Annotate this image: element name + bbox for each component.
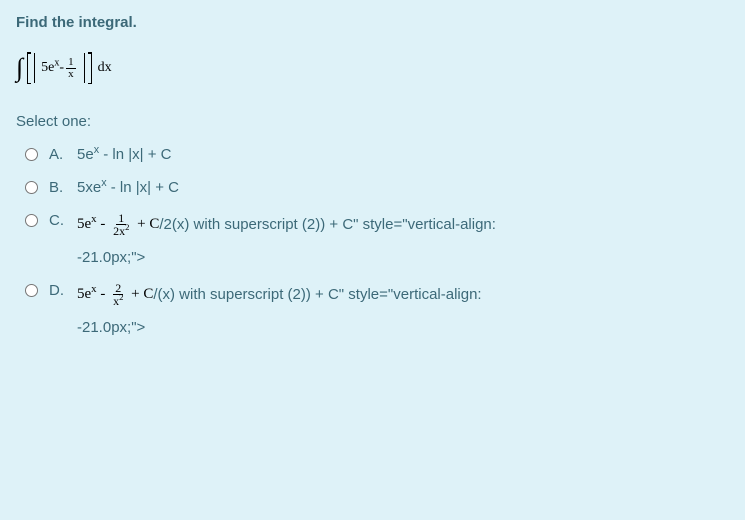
integral-expression: ∫ 5ex - 1 x dx: [16, 53, 729, 83]
select-one-label: Select one:: [16, 113, 729, 130]
option-a-radio[interactable]: [25, 148, 38, 161]
option-d-radio[interactable]: [25, 284, 38, 297]
fraction-den: x: [66, 69, 76, 80]
option-a-body: 5ex - ln |x| + C: [77, 146, 172, 163]
option-c-radio[interactable]: [25, 214, 38, 227]
option-c-expr: 5ex - 1 2x2 + C: [77, 212, 159, 237]
option-c-label: C.: [49, 212, 69, 229]
option-d-line2: -21.0px;">: [77, 319, 482, 336]
integral-sign: ∫: [16, 55, 23, 81]
option-c-body: 5ex - 1 2x2 + C /2(x) with superscript (…: [77, 212, 496, 266]
integrand-main: 5ex: [41, 60, 59, 76]
option-b-radio[interactable]: [25, 181, 38, 194]
right-bracket: [84, 53, 92, 83]
option-a-label: A.: [49, 146, 69, 163]
option-d-expr: 5ex - 2 x2 + C: [77, 282, 153, 307]
integrand: 5ex - 1 x: [39, 53, 79, 83]
option-d-tail: /(x) with superscript (2)) + C" style="v…: [153, 286, 481, 303]
left-bracket: [27, 53, 35, 83]
option-b-label: B.: [49, 179, 69, 196]
option-b[interactable]: B. 5xex - ln |x| + C: [16, 179, 729, 196]
option-c[interactable]: C. 5ex - 1 2x2 + C /2(x) with superscrip…: [16, 212, 729, 266]
option-d-label: D.: [49, 282, 69, 299]
dx-text: dx: [98, 60, 112, 76]
fraction: 1 x: [66, 57, 76, 80]
option-d-body: 5ex - 2 x2 + C /(x) with superscript (2)…: [77, 282, 482, 336]
fraction-num: 1: [66, 57, 76, 69]
option-a[interactable]: A. 5ex - ln |x| + C: [16, 146, 729, 163]
option-c-tail: /2(x) with superscript (2)) + C" style="…: [159, 216, 496, 233]
minus-sign: -: [59, 60, 64, 76]
option-d[interactable]: D. 5ex - 2 x2 + C /(x) with superscript …: [16, 282, 729, 336]
question-text: Find the integral.: [16, 14, 729, 31]
option-c-line2: -21.0px;">: [77, 249, 496, 266]
option-b-body: 5xex - ln |x| + C: [77, 179, 179, 196]
